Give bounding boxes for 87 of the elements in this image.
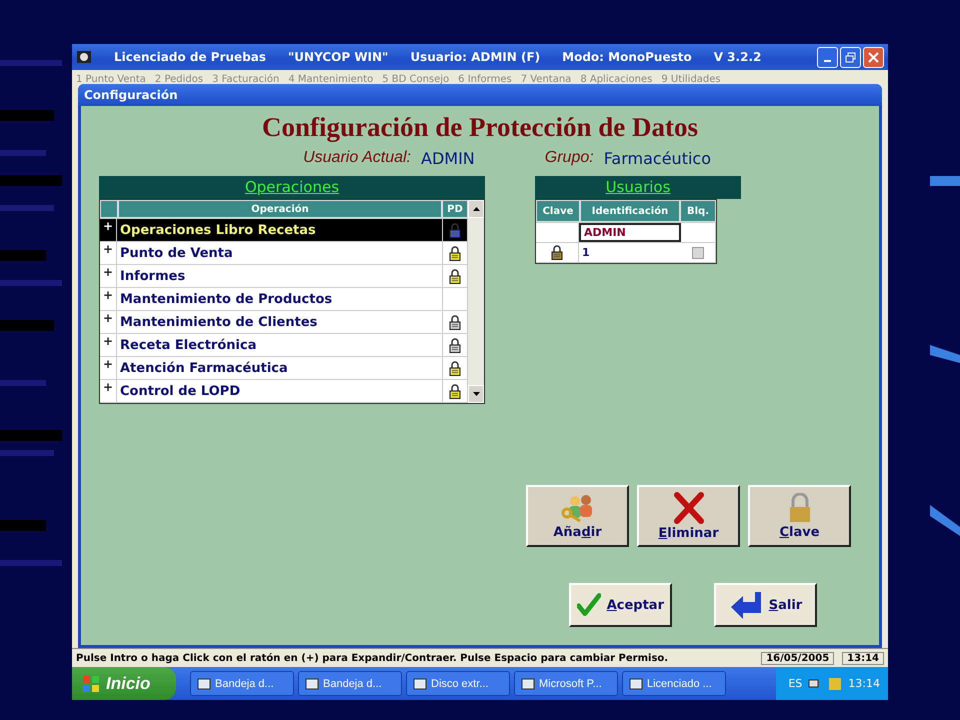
table-cell[interactable]: 1 [579, 243, 681, 262]
window-title: V 3.2.2 [714, 50, 762, 64]
column-header: Identificación [580, 200, 680, 222]
table-cell: Control de LOPD [117, 380, 443, 402]
table-row[interactable]: + Mantenimiento de Productos [100, 288, 468, 311]
expander[interactable]: + [100, 334, 117, 356]
table-caption: Operaciones [99, 176, 485, 199]
clock: 13:14 [848, 677, 880, 690]
column-header: Blq. [680, 200, 716, 222]
expander[interactable]: + [100, 265, 117, 287]
table-row[interactable]: + Receta Electrónica [100, 334, 468, 357]
expander[interactable]: + [100, 311, 117, 333]
table-row[interactable]: + Atención Farmacéutica [100, 357, 468, 380]
header-cell [100, 200, 118, 218]
add-button[interactable]: Añadir [526, 485, 629, 547]
expander[interactable]: + [100, 288, 117, 310]
field-label: Usuario Actual: [303, 149, 411, 168]
table-cell: Informes [117, 265, 443, 287]
lock-icon [449, 338, 461, 352]
window-title: "UNYCOP WIN" [288, 50, 388, 64]
minimize-icon [824, 60, 831, 62]
padlock-icon [551, 245, 563, 260]
lock-icon [449, 268, 461, 284]
taskbar-item[interactable]: Microsoft P... [514, 671, 618, 696]
table-row[interactable]: + Mantenimiento de Clientes [100, 311, 468, 334]
taskbar-item[interactable]: Bandeja d... [298, 671, 402, 696]
restore-button[interactable] [840, 46, 861, 68]
field-value: ADMIN [421, 149, 475, 168]
lock-icon [449, 314, 461, 330]
scrollbar[interactable] [468, 200, 484, 403]
window-icon [521, 678, 535, 690]
lock-icon [449, 384, 461, 398]
window-icon [629, 678, 643, 690]
taskbar-item[interactable]: Bandeja d... [190, 671, 294, 696]
window-title: Modo: MonoPuesto [562, 50, 692, 64]
table-cell: Mantenimiento de Clientes [117, 311, 443, 333]
checkbox[interactable] [692, 246, 704, 258]
window-icon [413, 678, 427, 690]
table-cell: Mantenimiento de Productos [117, 288, 443, 310]
table-cell: Punto de Venta [117, 242, 443, 264]
taskbar-item[interactable]: Licenciado ... [622, 671, 726, 696]
window-icon [305, 678, 319, 690]
expander[interactable]: + [100, 242, 117, 264]
column-header: Operación [118, 200, 442, 218]
lock-icon [449, 222, 461, 238]
field-value: Farmacéutico [604, 149, 711, 168]
expander[interactable]: + [100, 380, 117, 402]
table-cell: Atención Farmacéutica [117, 357, 443, 379]
minimize-button[interactable] [817, 46, 838, 68]
close-button[interactable] [863, 46, 884, 68]
column-header: PD [442, 200, 468, 218]
status-date: 16/05/2005 [761, 652, 834, 664]
people-key-icon [560, 492, 594, 522]
restore-icon [845, 52, 856, 62]
table-cell[interactable]: ADMIN [579, 223, 681, 242]
dialog-title: Configuración [78, 84, 882, 106]
password-button[interactable]: Clave [748, 485, 851, 547]
flag-logo-icon [82, 674, 100, 692]
delete-button[interactable]: Eliminar [637, 485, 740, 547]
window-title: Usuario: ADMIN (F) [410, 50, 540, 64]
status-time: 13:14 [842, 652, 884, 664]
window-icon [197, 678, 211, 690]
back-arrow-icon [728, 590, 763, 620]
app-icon [76, 49, 92, 65]
taskbar-item[interactable]: Disco extr... [406, 671, 510, 696]
column-header: Clave [536, 200, 580, 222]
table-caption: Usuarios [535, 176, 741, 199]
padlock-icon [788, 492, 812, 522]
lock-icon [449, 360, 461, 376]
table-row[interactable]: + Informes [100, 265, 468, 288]
table-row[interactable]: + Control de LOPD [100, 380, 468, 403]
start-button[interactable]: Inicio [72, 667, 176, 700]
scroll-up-icon[interactable] [472, 207, 480, 211]
exit-button[interactable]: Salir [714, 583, 817, 627]
dialog-heading: Configuración de Protección de Datos [261, 111, 699, 144]
lock-icon [449, 246, 461, 260]
close-icon [674, 492, 704, 524]
accept-button[interactable]: Aceptar [569, 583, 672, 627]
scroll-down-icon[interactable] [472, 392, 480, 396]
status-message: Pulse Intro o haga Click con el ratón en (+) para Expandir/Contraer. Pulse Espacio para cambiar Permiso. [76, 652, 670, 664]
table-row[interactable]: + Punto de Venta [100, 242, 468, 265]
table-cell: Receta Electrónica [117, 334, 443, 356]
table-row[interactable]: + Operaciones Libro Recetas [100, 219, 468, 242]
expander[interactable]: + [100, 357, 117, 379]
field-label: Grupo: [544, 149, 594, 168]
window-title: Licenciado de Pruebas [114, 50, 266, 64]
close-icon [868, 52, 879, 62]
